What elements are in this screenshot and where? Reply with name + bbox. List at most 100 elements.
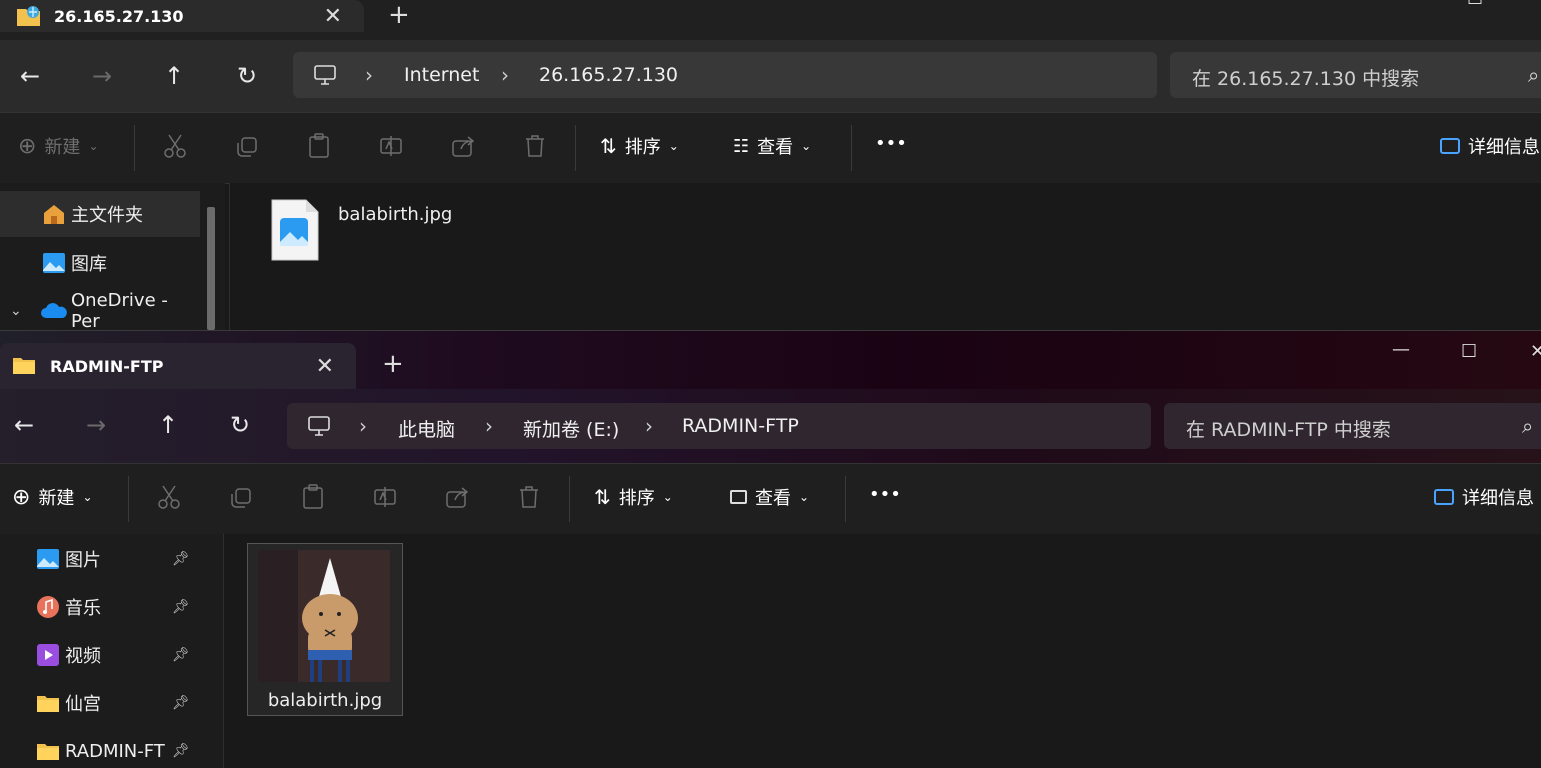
breadcrumb-drive-e[interactable]: 新加卷 (E:) — [523, 415, 619, 442]
sidebar-item-label: 仙宫 — [65, 694, 101, 715]
title-bar: 26.165.27.130 ✕ + — ☐ — [0, 0, 1541, 40]
navigation-bar: ← → ↑ ↻ › 此电脑 › 新加卷 (E:) › RADMIN-FTP 在 … — [0, 389, 1541, 463]
breadcrumb-this-pc[interactable]: 此电脑 — [398, 415, 455, 442]
sidebar-item-pictures[interactable]: 图片 📌︎ — [0, 536, 200, 582]
breadcrumb-internet[interactable]: Internet — [404, 64, 479, 86]
share-icon[interactable] — [451, 133, 475, 159]
maximize-icon[interactable]: ☐ — [1467, 0, 1483, 9]
address-bar[interactable]: › 此电脑 › 新加卷 (E:) › RADMIN-FTP — [287, 403, 1151, 449]
file-list: balabirth.jpg — [229, 183, 1541, 330]
refresh-icon[interactable]: ↻ — [230, 411, 250, 439]
new-button[interactable]: ⊕ 新建 ⌄ — [18, 133, 99, 159]
explorer-window-radmin: RADMIN-FTP ✕ + — ☐ ✕ ← → ↑ ↻ › 此电脑 › 新加卷… — [0, 330, 1541, 768]
search-box[interactable]: 在 RADMIN-FTP 中搜索 ⌕ — [1164, 403, 1541, 449]
up-arrow-icon[interactable]: ↑ — [164, 62, 184, 90]
details-pane-button[interactable]: 详细信息 — [1434, 484, 1534, 510]
more-options-button[interactable]: ••• — [869, 484, 901, 505]
view-button[interactable]: ☷ 查看 ⌄ — [733, 133, 811, 159]
file-item[interactable]: balabirth.jpg — [247, 543, 403, 716]
new-tab-icon[interactable]: + — [382, 349, 404, 379]
chevron-down-icon: ⌄ — [668, 139, 679, 153]
sidebar-item-xiangong[interactable]: 仙宫 📌︎ — [0, 680, 200, 726]
pin-icon[interactable]: 📌︎ — [172, 647, 190, 663]
sidebar-item-label: RADMIN-FT — [65, 740, 165, 762]
address-bar[interactable]: › Internet › 26.165.27.130 — [293, 52, 1157, 98]
breadcrumb-radmin-ftp[interactable]: RADMIN-FTP — [682, 415, 799, 437]
view-button[interactable]: 查看 ⌄ — [730, 484, 809, 510]
pin-icon[interactable]: 📌︎ — [172, 743, 190, 759]
sidebar-item-radmin-ftp[interactable]: RADMIN-FT 📌︎ — [0, 728, 200, 768]
add-circle-icon: ⊕ — [18, 133, 37, 159]
close-tab-icon[interactable]: ✕ — [316, 354, 334, 379]
pin-icon[interactable]: 📌︎ — [172, 599, 190, 615]
title-bar: RADMIN-FTP ✕ + — ☐ ✕ — [0, 331, 1541, 389]
file-list: balabirth.jpg — [223, 534, 1541, 768]
maximize-icon[interactable]: ☐ — [1461, 341, 1477, 362]
details-pane-icon — [1434, 489, 1454, 505]
back-arrow-icon[interactable]: ← — [20, 62, 40, 90]
gallery-icon — [43, 253, 65, 273]
pictures-icon — [37, 549, 59, 569]
navigation-pane: 主文件夹 图库 ⌄ OneDrive - Per — [0, 183, 225, 330]
new-button[interactable]: ⊕ 新建 ⌄ — [12, 484, 93, 510]
details-label: 详细信息 — [1462, 488, 1534, 509]
new-tab-icon[interactable]: + — [388, 0, 410, 30]
up-arrow-icon[interactable]: ↑ — [158, 411, 178, 439]
sidebar-item-videos[interactable]: 视频 📌︎ — [0, 632, 200, 678]
sidebar-scrollbar[interactable] — [207, 207, 215, 330]
music-icon — [37, 596, 59, 618]
details-pane-icon — [1440, 138, 1460, 154]
sidebar-item-gallery[interactable]: 图库 — [0, 240, 200, 286]
close-tab-icon[interactable]: ✕ — [324, 4, 342, 29]
details-pane-button[interactable]: 详细信息 — [1440, 133, 1540, 159]
more-options-button[interactable]: ••• — [875, 133, 907, 154]
folder-icon — [37, 696, 59, 712]
search-placeholder: 在 26.165.27.130 中搜索 — [1192, 68, 1420, 90]
chevron-right-icon: › — [485, 414, 493, 438]
chevron-down-icon: ⌄ — [799, 490, 810, 504]
share-icon[interactable] — [445, 484, 469, 510]
videos-icon — [37, 644, 59, 666]
copy-icon[interactable] — [235, 133, 259, 159]
chevron-down-icon: ⌄ — [10, 303, 22, 319]
sidebar-item-label: 主文件夹 — [71, 205, 143, 226]
pin-icon[interactable]: 📌︎ — [172, 695, 190, 711]
close-window-icon[interactable]: ✕ — [1530, 341, 1541, 362]
paste-icon[interactable] — [301, 484, 325, 510]
breadcrumb-host[interactable]: 26.165.27.130 — [539, 64, 678, 86]
chevron-right-icon: › — [365, 63, 373, 87]
rename-icon[interactable] — [379, 133, 403, 159]
delete-icon[interactable] — [523, 133, 547, 159]
copy-icon[interactable] — [229, 484, 253, 510]
rename-icon[interactable] — [373, 484, 397, 510]
new-label: 新建 — [38, 488, 75, 509]
tab-radmin-ftp[interactable]: RADMIN-FTP ✕ — [0, 343, 356, 389]
pin-icon[interactable]: 📌︎ — [172, 551, 190, 567]
paste-icon[interactable] — [307, 133, 331, 159]
sort-button[interactable]: ⇅ 排序 ⌄ — [594, 484, 673, 510]
file-item[interactable]: balabirth.jpg — [270, 198, 570, 263]
sidebar-item-home[interactable]: 主文件夹 — [0, 191, 200, 237]
navigation-bar: ← → ↑ ↻ › Internet › 26.165.27.130 在 26.… — [0, 40, 1541, 112]
file-name: balabirth.jpg — [338, 204, 453, 225]
chevron-right-icon: › — [645, 414, 653, 438]
sort-label: 排序 — [618, 488, 655, 509]
sidebar-item-onedrive[interactable]: ⌄ OneDrive - Per — [0, 288, 200, 330]
forward-arrow-icon[interactable]: → — [92, 62, 112, 90]
explorer-window-network: 26.165.27.130 ✕ + — ☐ ← → ↑ ↻ › Internet… — [0, 0, 1541, 330]
sort-icon: ⇅ — [594, 485, 611, 509]
search-box[interactable]: 在 26.165.27.130 中搜索 ⌕ — [1170, 52, 1541, 98]
forward-arrow-icon[interactable]: → — [86, 411, 106, 439]
sidebar-item-music[interactable]: 音乐 📌︎ — [0, 584, 200, 630]
cut-icon[interactable] — [157, 484, 181, 510]
minimize-icon[interactable]: — — [1392, 339, 1410, 360]
tab-network[interactable]: 26.165.27.130 ✕ — [0, 0, 364, 32]
delete-icon[interactable] — [517, 484, 541, 510]
cut-icon[interactable] — [163, 133, 187, 159]
more-icon: ••• — [869, 484, 901, 505]
minimize-icon[interactable]: — — [1400, 0, 1418, 7]
refresh-icon[interactable]: ↻ — [237, 62, 257, 90]
back-arrow-icon[interactable]: ← — [14, 411, 34, 439]
sort-button[interactable]: ⇅ 排序 ⌄ — [600, 133, 679, 159]
sort-icon: ⇅ — [600, 134, 617, 158]
